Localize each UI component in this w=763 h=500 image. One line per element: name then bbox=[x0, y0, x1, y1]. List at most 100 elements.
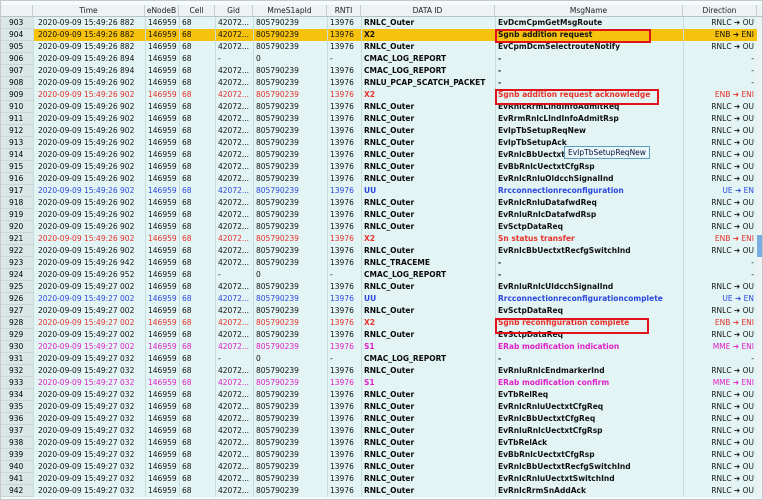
table-row[interactable]: 921 2020-09-09 15:49:26 902 146959 68 42072.… bbox=[1, 233, 762, 245]
table-row[interactable]: 910 2020-09-09 15:49:26 902 146959 68 42072.… bbox=[1, 101, 762, 113]
time-cell: 2020-09-09 15:49:26 902 bbox=[33, 89, 145, 101]
vertical-scrollbar[interactable] bbox=[757, 17, 762, 499]
table-row[interactable]: 942 2020-09-09 15:49:27 032 146959 68 42072.… bbox=[1, 485, 762, 497]
table-row[interactable]: 909 2020-09-09 15:49:26 902 146959 68 42072.… bbox=[1, 89, 762, 101]
column-header-cell[interactable]: Cell bbox=[179, 5, 215, 16]
table-row[interactable]: 931 2020-09-09 15:49:27 032 146959 68-0- CMA… bbox=[1, 353, 762, 365]
column-header-enodeb[interactable]: eNodeB bbox=[145, 5, 179, 16]
data-id-cell: RNLC_Outer bbox=[361, 389, 495, 401]
data-id-cell: RNLC_Outer bbox=[361, 173, 495, 185]
table-row[interactable]: 932 2020-09-09 15:49:27 032 146959 68 42072.… bbox=[1, 365, 762, 377]
column-header-gid[interactable]: Gid bbox=[215, 5, 253, 16]
row-number-cell: 914 bbox=[1, 149, 33, 161]
column-header-msgname[interactable]: MsgName bbox=[495, 5, 683, 16]
cell-cell: 68 bbox=[179, 485, 215, 497]
cell-cell: 68 bbox=[179, 449, 215, 461]
mmes1apid-cell: 805790239 bbox=[253, 485, 327, 497]
table-row[interactable]: 917 2020-09-09 15:49:26 902 146959 68 42072.… bbox=[1, 185, 762, 197]
enodeb-cell: 146959 bbox=[145, 401, 179, 413]
table-row[interactable]: 927 2020-09-09 15:49:27 002 146959 68 42072.… bbox=[1, 305, 762, 317]
time-cell: 2020-09-09 15:49:26 902 bbox=[33, 197, 145, 209]
msgname-cell: EvRnlcRnluDatafwdReq bbox=[495, 197, 683, 209]
table-row[interactable]: 936 2020-09-09 15:49:27 032 146959 68 42072.… bbox=[1, 413, 762, 425]
rnti-cell: 13976 bbox=[327, 281, 361, 293]
msgname-cell: EvTbRelAck bbox=[495, 437, 683, 449]
column-header-rownum[interactable] bbox=[1, 5, 33, 16]
table-row[interactable]: 916 2020-09-09 15:49:26 902 146959 68 42072.… bbox=[1, 173, 762, 185]
gid-cell: 42072... bbox=[215, 281, 253, 293]
table-row[interactable]: 929 2020-09-09 15:49:27 002 146959 68 42072.… bbox=[1, 329, 762, 341]
table-row[interactable]: 918 2020-09-09 15:49:26 902 146959 68 42072.… bbox=[1, 197, 762, 209]
table-row[interactable]: 922 2020-09-09 15:49:26 902 146959 68 42072.… bbox=[1, 245, 762, 257]
data-id-cell: X2 bbox=[361, 233, 495, 245]
table-row[interactable]: 908 2020-09-09 15:49:26 902 146959 68 42072.… bbox=[1, 77, 762, 89]
rnti-cell: 13976 bbox=[327, 125, 361, 137]
table-row[interactable]: 935 2020-09-09 15:49:27 032 146959 68 42072.… bbox=[1, 401, 762, 413]
table-row[interactable]: 933 2020-09-09 15:49:27 032 146959 68 42072.… bbox=[1, 377, 762, 389]
table-row[interactable]: 941 2020-09-09 15:49:27 032 146959 68 42072.… bbox=[1, 473, 762, 485]
table-row[interactable]: 923 2020-09-09 15:49:26 942 146959 68 42072.… bbox=[1, 257, 762, 269]
gid-cell: 42072... bbox=[215, 197, 253, 209]
cell-cell: 68 bbox=[179, 53, 215, 65]
time-cell: 2020-09-09 15:49:26 882 bbox=[33, 17, 145, 29]
mmes1apid-cell: 805790239 bbox=[253, 257, 327, 269]
msgname-cell: EvSctpDataReq bbox=[495, 329, 683, 341]
cell-cell: 68 bbox=[179, 437, 215, 449]
table-row[interactable]: 939 2020-09-09 15:49:27 032 146959 68 42072.… bbox=[1, 449, 762, 461]
table-row[interactable]: 904 2020-09-09 15:49:26 882 146959 68 42072.… bbox=[1, 29, 762, 41]
table-row[interactable]: 937 2020-09-09 15:49:27 032 146959 68 42072.… bbox=[1, 425, 762, 437]
table-row[interactable]: 925 2020-09-09 15:49:27 002 146959 68 42072.… bbox=[1, 281, 762, 293]
column-header-mmes1apid[interactable]: MmeS1apId bbox=[253, 5, 327, 16]
table-row[interactable]: 930 2020-09-09 15:49:27 002 146959 68 42072.… bbox=[1, 341, 762, 353]
table-row[interactable]: 934 2020-09-09 15:49:27 032 146959 68 42072.… bbox=[1, 389, 762, 401]
column-header-direction[interactable]: Direction bbox=[683, 5, 757, 16]
table-row[interactable]: 928 2020-09-09 15:49:27 002 146959 68 42072.… bbox=[1, 317, 762, 329]
cell-cell: 68 bbox=[179, 281, 215, 293]
mmes1apid-cell: 805790239 bbox=[253, 197, 327, 209]
scrollbar-thumb[interactable] bbox=[757, 235, 762, 257]
table-row[interactable]: 920 2020-09-09 15:49:26 902 146959 68 42072.… bbox=[1, 221, 762, 233]
table-row[interactable]: 926 2020-09-09 15:49:27 002 146959 68 42072.… bbox=[1, 293, 762, 305]
direction-cell: RNLC ➔ OU bbox=[683, 113, 757, 125]
rnti-cell: 13976 bbox=[327, 293, 361, 305]
row-number-cell: 928 bbox=[1, 317, 33, 329]
cell-cell: 68 bbox=[179, 233, 215, 245]
data-id-cell: RNLC_Outer bbox=[361, 437, 495, 449]
cell-cell: 68 bbox=[179, 17, 215, 29]
table-row[interactable]: 940 2020-09-09 15:49:27 032 146959 68 42072.… bbox=[1, 461, 762, 473]
rnti-cell: - bbox=[327, 53, 361, 65]
table-row[interactable]: 903 2020-09-09 15:49:26 882 146959 68 42072.… bbox=[1, 17, 762, 29]
cell-cell: 68 bbox=[179, 269, 215, 281]
table-row[interactable]: 912 2020-09-09 15:49:26 902 146959 68 42072.… bbox=[1, 125, 762, 137]
msgname-cell: EvRnlcRnluOldcchSignalInd bbox=[495, 173, 683, 185]
table-row[interactable]: 924 2020-09-09 15:49:26 952 146959 68-0- CMA… bbox=[1, 269, 762, 281]
table-row[interactable]: 915 2020-09-09 15:49:26 902 146959 68 42072.… bbox=[1, 161, 762, 173]
table-row[interactable]: 919 2020-09-09 15:49:26 902 146959 68 42072.… bbox=[1, 209, 762, 221]
direction-cell: - bbox=[683, 353, 757, 365]
time-cell: 2020-09-09 15:49:26 902 bbox=[33, 245, 145, 257]
direction-cell: ENB ➔ ENI bbox=[683, 29, 757, 41]
row-number-cell: 917 bbox=[1, 185, 33, 197]
rnti-cell: 13976 bbox=[327, 449, 361, 461]
time-cell: 2020-09-09 15:49:26 894 bbox=[33, 65, 145, 77]
rnti-cell: 13976 bbox=[327, 65, 361, 77]
time-cell: 2020-09-09 15:49:26 902 bbox=[33, 101, 145, 113]
column-header-time[interactable]: Time bbox=[33, 5, 145, 16]
table-row[interactable]: 907 2020-09-09 15:49:26 894 146959 68 42072.… bbox=[1, 65, 762, 77]
time-cell: 2020-09-09 15:49:27 002 bbox=[33, 281, 145, 293]
table-row[interactable]: 911 2020-09-09 15:49:26 902 146959 68 42072.… bbox=[1, 113, 762, 125]
msgname-cell: EvRnluRnlcUldcchSignalInd bbox=[495, 281, 683, 293]
enodeb-cell: 146959 bbox=[145, 281, 179, 293]
direction-cell: RNLC ➔ OU bbox=[683, 197, 757, 209]
direction-cell: RNLC ➔ OU bbox=[683, 281, 757, 293]
column-header-rnti[interactable]: RNTI bbox=[327, 5, 361, 16]
row-number-cell: 932 bbox=[1, 365, 33, 377]
table-row[interactable]: 906 2020-09-09 15:49:26 894 146959 68-0- CMA… bbox=[1, 53, 762, 65]
column-header-data-id[interactable]: DATA ID bbox=[361, 5, 495, 16]
mmes1apid-cell: 805790239 bbox=[253, 29, 327, 41]
table-row[interactable]: 938 2020-09-09 15:49:27 032 146959 68 42072.… bbox=[1, 437, 762, 449]
data-id-cell: X2 bbox=[361, 89, 495, 101]
enodeb-cell: 146959 bbox=[145, 461, 179, 473]
table-row[interactable]: 905 2020-09-09 15:49:26 882 146959 68 42072.… bbox=[1, 41, 762, 53]
time-cell: 2020-09-09 15:49:27 032 bbox=[33, 389, 145, 401]
